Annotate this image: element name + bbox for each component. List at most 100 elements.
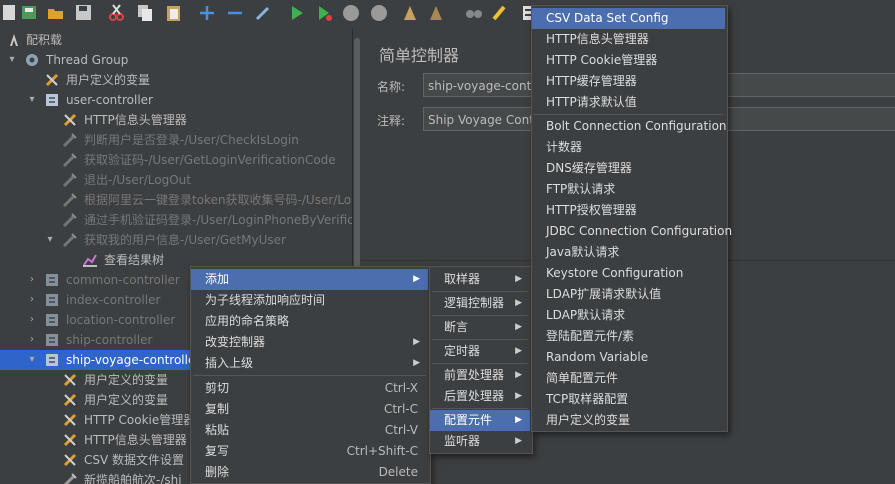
expand-icon[interactable] <box>198 3 218 23</box>
config-element-menu-item[interactable]: 用户定义的变量 <box>532 410 725 431</box>
menu-separator <box>193 375 426 376</box>
add-submenu-item[interactable]: 定时器 ▶ <box>430 341 530 362</box>
templates-icon[interactable] <box>20 3 40 23</box>
menu-item-label: HTTP缓存管理器 <box>546 74 637 88</box>
context-menu-item[interactable]: 复制 Ctrl-C <box>191 399 428 420</box>
start-no-pause-icon[interactable] <box>315 3 335 23</box>
copy-icon[interactable] <box>136 3 156 23</box>
context-menu-item[interactable]: 删除 Delete <box>191 462 428 483</box>
config-element-icon <box>45 73 59 87</box>
tree-node[interactable]: 获取验证码-/User/GetLoginVerificationCode <box>44 150 352 170</box>
controller-icon <box>46 294 58 306</box>
config-element-menu-item[interactable]: Bolt Connection Configuration <box>532 116 727 137</box>
tree-node-label: ship-controller <box>66 333 153 347</box>
collapse-arrow-icon[interactable]: ▾ <box>26 350 38 370</box>
menu-item-label: 登陆配置元件/素 <box>546 329 635 343</box>
expand-arrow-icon[interactable]: › <box>26 290 38 310</box>
config-element-menu-item[interactable]: DNS缓存管理器 <box>532 158 725 179</box>
save-icon[interactable] <box>74 3 94 23</box>
config-element-menu-item[interactable]: HTTP缓存管理器 <box>532 71 725 92</box>
menu-item-label: 插入上级 <box>205 356 254 370</box>
tree-node[interactable]: ▾ 获取我的用户信息-/User/GetMyUser <box>44 230 352 250</box>
collapse-icon[interactable] <box>226 3 246 23</box>
config-element-menu-item[interactable]: Java默认请求 <box>532 242 725 263</box>
tree-node-label: 用户定义的变量 <box>84 393 169 407</box>
context-menu-item[interactable]: 为子线程添加响应时间 <box>191 290 428 311</box>
menu-separator <box>432 291 528 292</box>
config-element-menu-item[interactable]: LDAP扩展请求默认值 <box>532 284 725 305</box>
controller-icon <box>46 314 58 326</box>
tree-root[interactable]: 配积载 <box>6 30 206 50</box>
new-plan-icon[interactable] <box>0 3 20 23</box>
context-menu-item[interactable]: 复写 Ctrl+Shift-C <box>191 441 428 462</box>
menu-item-label: JDBC Connection Configuration <box>546 224 733 238</box>
submenu-arrow-icon: ▶ <box>515 322 522 332</box>
tree-thread-group[interactable]: ▾ Thread Group <box>6 50 256 70</box>
paste-icon[interactable] <box>164 3 184 23</box>
add-submenu-item[interactable]: 后置处理器 ▶ <box>430 386 530 407</box>
config-element-icon <box>63 413 77 427</box>
controller-icon <box>46 274 58 286</box>
tree-node[interactable]: 根据阿里云一键登录token获取收集号码-/User/Lo <box>44 190 352 210</box>
config-element-menu-item[interactable]: HTTP请求默认值 <box>532 92 725 113</box>
context-menu-item[interactable]: 插入上级 ▶ <box>191 353 428 374</box>
config-element-menu-item[interactable]: CSV Data Set Config <box>532 8 725 29</box>
config-element-icon <box>63 373 77 387</box>
tree-node-label: HTTP Cookie管理器 <box>84 413 196 427</box>
config-element-menu-item[interactable]: LDAP默认请求 <box>532 305 725 326</box>
add-submenu-item[interactable]: 前置处理器 ▶ <box>430 365 530 386</box>
config-element-menu-item[interactable]: 计数器 <box>532 137 725 158</box>
context-menu-item[interactable]: 改变控制器 ▶ <box>191 332 428 353</box>
tree-node[interactable]: 退出-/User/LogOut <box>44 170 352 190</box>
config-element-icon <box>63 393 77 407</box>
add-submenu-item[interactable]: 断言 ▶ <box>430 317 530 338</box>
tree-node[interactable]: 判断用户是否登录-/User/CheckIsLogin <box>44 130 352 150</box>
context-menu-item[interactable]: 添加 ▶ <box>191 269 428 290</box>
config-element-menu-item[interactable]: HTTP Cookie管理器 <box>532 50 725 71</box>
stop-icon[interactable] <box>341 3 361 23</box>
expand-arrow-icon[interactable]: › <box>26 330 38 350</box>
add-submenu-item[interactable]: 逻辑控制器 ▶ <box>430 293 530 314</box>
config-element-menu-item[interactable]: HTTP授权管理器 <box>532 200 725 221</box>
config-element-menu-item[interactable]: TCP取样器配置 <box>532 389 725 410</box>
collapse-arrow-icon[interactable]: ▾ <box>44 230 56 250</box>
menu-separator <box>534 114 723 115</box>
context-menu-item[interactable]: 应用的命名策略 <box>191 311 428 332</box>
search-icon[interactable] <box>464 3 484 23</box>
tree-node[interactable]: ▾ user-controller <box>26 90 352 110</box>
tree-node[interactable]: 通过手机验证码登录-/User/LoginPhoneByVerifica <box>44 210 352 230</box>
start-icon[interactable] <box>287 3 307 23</box>
controller-icon <box>46 334 58 346</box>
context-menu-item[interactable]: 剪切 Ctrl-X <box>191 378 428 399</box>
clear-all-icon[interactable] <box>427 3 447 23</box>
config-element-menu-item[interactable]: Keystore Configuration <box>532 263 725 284</box>
collapse-arrow-icon[interactable]: ▾ <box>26 90 38 110</box>
menu-item-label: 监听器 <box>444 434 481 448</box>
shortcut-label: Ctrl-V <box>384 423 418 437</box>
config-element-menu-item[interactable]: Random Variable <box>532 347 725 368</box>
shutdown-icon[interactable] <box>369 3 389 23</box>
reset-search-icon[interactable] <box>490 3 510 23</box>
add-submenu-item[interactable]: 监听器 ▶ <box>430 431 530 452</box>
sampler-icon <box>62 233 77 248</box>
tree-scrollbar-thumb[interactable] <box>354 38 360 288</box>
expand-arrow-icon[interactable]: › <box>26 270 38 290</box>
menu-item-label: 复制 <box>205 402 230 416</box>
add-submenu-item[interactable]: 取样器 ▶ <box>430 269 530 290</box>
tree-node[interactable]: HTTP信息头管理器 <box>44 110 352 130</box>
tree-node-label: index-controller <box>66 293 161 307</box>
context-menu-item[interactable]: 粘贴 Ctrl-V <box>191 420 428 441</box>
config-element-menu-item[interactable]: 简单配置元件 <box>532 368 725 389</box>
expand-arrow-icon[interactable]: › <box>26 310 38 330</box>
collapse-arrow-icon[interactable]: ▾ <box>6 50 18 70</box>
config-element-menu-item[interactable]: 登陆配置元件/素 <box>532 326 725 347</box>
config-element-menu-item[interactable]: HTTP信息头管理器 <box>532 29 725 50</box>
open-icon[interactable] <box>46 3 66 23</box>
toggle-icon[interactable] <box>254 3 274 23</box>
clear-icon[interactable] <box>401 3 421 23</box>
cut-icon[interactable] <box>107 3 127 23</box>
config-element-menu-item[interactable]: JDBC Connection Configuration <box>532 221 732 242</box>
config-element-menu-item[interactable]: FTP默认请求 <box>532 179 725 200</box>
tree-node[interactable]: 用户定义的变量 <box>26 70 352 90</box>
add-submenu-item[interactable]: 配置元件 ▶ <box>430 410 530 431</box>
